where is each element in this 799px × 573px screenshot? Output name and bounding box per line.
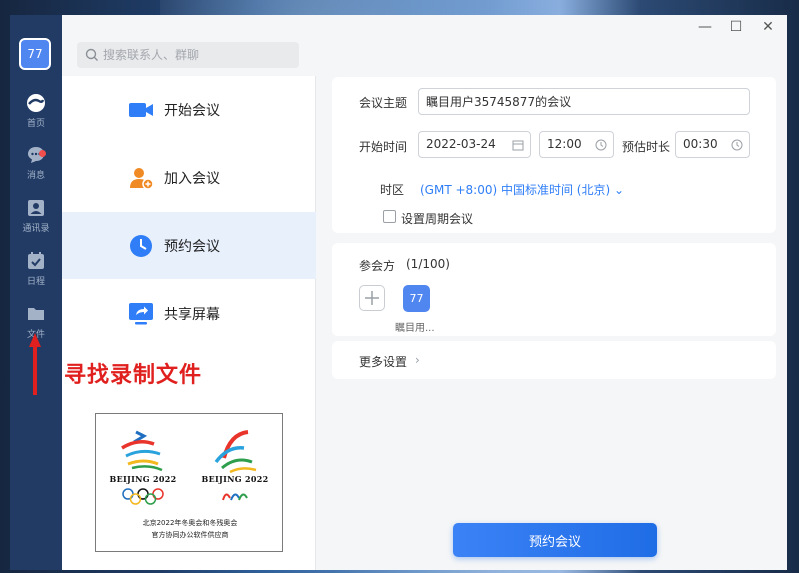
plus-icon bbox=[365, 291, 379, 305]
home-icon bbox=[27, 94, 45, 112]
more-settings-label: 更多设置 bbox=[359, 355, 408, 369]
time-value: 12:00 bbox=[547, 137, 582, 151]
clock-icon bbox=[130, 235, 152, 257]
timezone-dropdown[interactable]: (GMT +8:00) 中国标准时间 (北京) ⌄ bbox=[420, 181, 624, 198]
nav-label-calendar: 日程 bbox=[26, 277, 45, 287]
meeting-info-card: 会议主题 开始时间 2022-03-24 12:00 预估时长 00:30 bbox=[332, 77, 776, 233]
share-screen-button[interactable]: 共享屏幕 bbox=[62, 280, 316, 347]
join-meeting-label: 加入会议 bbox=[164, 171, 220, 187]
clock-small-icon bbox=[595, 139, 607, 151]
user-avatar[interactable]: 77 bbox=[19, 38, 51, 70]
chevron-down-icon: ⌄ bbox=[613, 183, 625, 197]
unread-badge bbox=[39, 150, 46, 157]
date-value: 2022-03-24 bbox=[426, 137, 496, 151]
chevron-right-icon: › bbox=[415, 353, 420, 367]
video-camera-icon bbox=[129, 103, 153, 117]
agitos-icon bbox=[222, 493, 248, 501]
nav-item-contacts[interactable]: 通讯录 bbox=[10, 198, 62, 244]
paralympic-emblem-icon bbox=[214, 430, 257, 474]
nav-label-messages: 消息 bbox=[26, 171, 45, 181]
time-picker[interactable]: 12:00 bbox=[539, 131, 614, 158]
attendees-card: 参会方 (1/100) 77 瞩目用... bbox=[332, 243, 776, 336]
schedule-meeting-label: 预约会议 bbox=[164, 239, 220, 255]
sponsor-line-1: 北京2022年冬奥会和冬残奥会 bbox=[142, 519, 238, 527]
recurring-label: 设置周期会议 bbox=[401, 212, 474, 226]
attendee-name: 瞩目用... bbox=[395, 323, 435, 334]
schedule-meeting-button[interactable]: 预约会议 bbox=[62, 212, 316, 279]
topic-input[interactable] bbox=[418, 88, 750, 115]
olympic-emblem-icon bbox=[121, 430, 163, 472]
paralympic-logo-text: BEIJING 2022 bbox=[201, 474, 269, 484]
close-button[interactable]: ✕ bbox=[760, 19, 776, 35]
screen-share-icon bbox=[129, 303, 153, 325]
nav-item-calendar[interactable]: 日程 bbox=[10, 251, 62, 297]
minimize-button[interactable]: — bbox=[697, 19, 713, 35]
maximize-button[interactable]: ☐ bbox=[728, 19, 744, 35]
annotation-text: 寻找录制文件 bbox=[64, 363, 203, 388]
nav-label-contacts: 通讯录 bbox=[22, 224, 50, 234]
clock-small-icon bbox=[731, 139, 743, 151]
search-input[interactable] bbox=[103, 42, 293, 68]
sponsor-card: BEIJING 2022 BEIJING 2022 北京2022年冬奥会和冬残奥… bbox=[95, 413, 283, 552]
more-settings-row[interactable]: 更多设置 › bbox=[332, 341, 776, 379]
nav-label-home: 首页 bbox=[26, 119, 45, 129]
add-attendee-button[interactable] bbox=[359, 285, 385, 311]
date-picker[interactable]: 2022-03-24 bbox=[418, 131, 531, 158]
action-panel: 开始会议 加入会议 预约会议 共享屏幕 BEIJING 2022 BEIJING… bbox=[62, 76, 316, 570]
sponsor-line-2: 官方协同办公软件供应商 bbox=[151, 531, 229, 539]
recurring-checkbox[interactable] bbox=[383, 210, 396, 223]
olympic-rings-icon bbox=[122, 488, 164, 505]
attendees-label: 参会方 bbox=[359, 259, 396, 273]
start-meeting-button[interactable]: 开始会议 bbox=[62, 76, 316, 143]
beijing-2022-olympic-logo: BEIJING 2022 bbox=[108, 428, 178, 508]
nav-item-home[interactable]: 首页 bbox=[10, 93, 62, 139]
duration-label: 预估时长 bbox=[622, 140, 671, 154]
timezone-label: 时区 bbox=[380, 183, 405, 197]
calendar-icon bbox=[512, 140, 524, 151]
person-add-icon bbox=[130, 168, 154, 190]
contacts-icon bbox=[28, 200, 44, 216]
topic-label: 会议主题 bbox=[359, 96, 408, 110]
duration-picker[interactable]: 00:30 bbox=[675, 131, 750, 158]
start-meeting-label: 开始会议 bbox=[164, 103, 220, 119]
calendar-check-icon bbox=[28, 252, 44, 269]
attendees-count: (1/100) bbox=[406, 257, 450, 271]
annotation-arrow-icon bbox=[29, 333, 41, 395]
timezone-value: (GMT +8:00) 中国标准时间 (北京) bbox=[420, 183, 611, 197]
beijing-2022-paralympic-logo: BEIJING 2022 bbox=[200, 428, 270, 508]
share-screen-label: 共享屏幕 bbox=[164, 307, 220, 323]
duration-value: 00:30 bbox=[683, 137, 718, 151]
olympic-logo-text: BEIJING 2022 bbox=[109, 474, 177, 484]
nav-rail: 77 首页 消息 通讯录 日程 文件 bbox=[10, 15, 62, 570]
app-window: — ☐ ✕ 77 首页 消息 通讯录 日程 文件 搜索联系人、群聊 开始会议 加… bbox=[10, 15, 787, 570]
join-meeting-button[interactable]: 加入会议 bbox=[62, 144, 316, 211]
schedule-submit-button[interactable]: 预约会议 bbox=[453, 523, 657, 557]
search-icon bbox=[85, 48, 98, 61]
start-time-label: 开始时间 bbox=[359, 140, 408, 154]
search-bar[interactable] bbox=[77, 42, 299, 68]
attendee-avatar[interactable]: 77 bbox=[403, 285, 430, 312]
nav-item-messages[interactable]: 消息 bbox=[10, 145, 62, 191]
folder-icon bbox=[28, 308, 44, 320]
